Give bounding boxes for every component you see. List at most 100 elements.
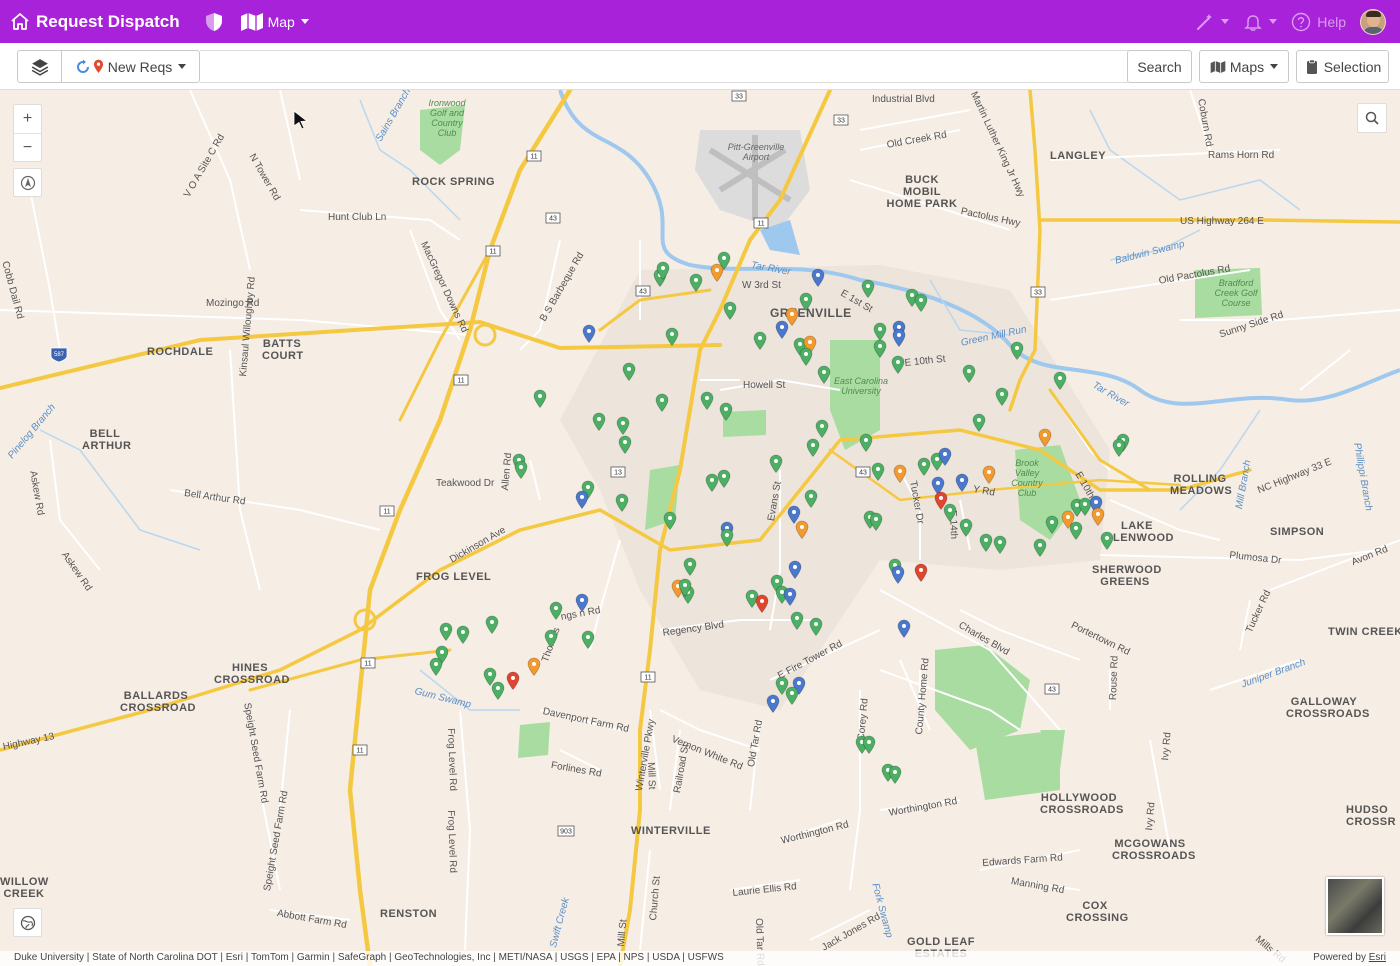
request-pin[interactable] [982,465,996,484]
request-pin[interactable] [689,273,703,292]
request-pin[interactable] [710,263,724,282]
request-pin[interactable] [914,563,928,582]
request-pin[interactable] [785,686,799,705]
avatar[interactable] [1360,8,1386,35]
request-pin[interactable] [769,454,783,473]
request-pin[interactable] [962,364,976,383]
request-pin[interactable] [917,457,931,476]
request-pin[interactable] [783,587,797,606]
request-pin[interactable] [491,681,505,700]
maps-dropdown[interactable]: Maps [1199,50,1289,83]
request-pin[interactable] [616,416,630,435]
app-brand[interactable]: Request Dispatch [10,12,180,32]
request-pin[interactable] [862,735,876,754]
request-pin[interactable] [753,331,767,350]
help-button[interactable]: Help [1291,12,1346,32]
request-pin[interactable] [1033,538,1047,557]
request-pin[interactable] [766,694,780,713]
request-pin[interactable] [795,520,809,539]
request-pin[interactable] [1045,515,1059,534]
request-pin[interactable] [506,671,520,690]
request-pin[interactable] [972,413,986,432]
request-pin[interactable] [655,393,669,412]
request-pin[interactable] [429,657,443,676]
request-pin[interactable] [993,535,1007,554]
request-pin[interactable] [527,657,541,676]
zoom-out-button[interactable]: − [14,133,41,161]
locate-button[interactable] [13,908,42,937]
esri-link[interactable]: Esri [1369,952,1386,963]
request-pin[interactable] [943,503,957,522]
request-pin[interactable] [799,292,813,311]
request-pin[interactable] [1038,428,1052,447]
request-pin[interactable] [723,301,737,320]
request-pin[interactable] [533,389,547,408]
request-pin[interactable] [891,355,905,374]
request-pin[interactable] [914,293,928,312]
request-pin[interactable] [790,611,804,630]
request-pin[interactable] [799,347,813,366]
request-pin[interactable] [700,391,714,410]
request-pin[interactable] [893,464,907,483]
request-pin[interactable] [575,490,589,509]
request-pin[interactable] [592,412,606,431]
request-pin[interactable] [1010,341,1024,360]
request-pin[interactable] [544,629,558,648]
request-pin[interactable] [788,560,802,579]
request-pin[interactable] [861,279,875,298]
request-pin[interactable] [665,327,679,346]
request-pin[interactable] [575,593,589,612]
request-pin[interactable] [871,462,885,481]
request-pin[interactable] [811,268,825,287]
request-pin[interactable] [1053,371,1067,390]
request-pin[interactable] [815,419,829,438]
request-pin[interactable] [806,438,820,457]
request-pin[interactable] [959,518,973,537]
request-pin[interactable] [891,565,905,584]
zoom-in-button[interactable]: + [14,105,41,133]
request-pin[interactable] [1100,531,1114,550]
layers-button[interactable] [17,50,62,83]
notifications-menu[interactable] [1243,12,1278,32]
request-pin[interactable] [859,433,873,452]
map-view[interactable]: 33 33 11 43 11 43 11 13 11 43 11 33 11 1… [0,90,1400,966]
request-pin[interactable] [720,528,734,547]
request-pin[interactable] [897,619,911,638]
request-pin[interactable] [979,533,993,552]
request-pin[interactable] [678,578,692,597]
request-pin[interactable] [955,473,969,492]
search-button[interactable]: Search [1127,50,1192,83]
basemap-toggle[interactable] [1326,877,1384,935]
request-pin[interactable] [622,362,636,381]
request-pin[interactable] [873,339,887,358]
compass-button[interactable] [13,168,42,197]
request-pin[interactable] [663,511,677,530]
request-pin[interactable] [456,625,470,644]
shield-icon[interactable] [204,12,224,32]
request-pin[interactable] [717,469,731,488]
request-pin[interactable] [888,765,902,784]
request-pin[interactable] [582,324,596,343]
request-pin[interactable] [775,320,789,339]
request-pin[interactable] [719,402,733,421]
request-pin[interactable] [1112,438,1126,457]
request-pin[interactable] [656,261,670,280]
request-pin[interactable] [549,601,563,620]
request-pin[interactable] [804,489,818,508]
request-pin[interactable] [1091,507,1105,526]
request-pin[interactable] [439,622,453,641]
search-input[interactable] [200,50,1128,83]
request-pin[interactable] [615,493,629,512]
selection-button[interactable]: Selection [1296,50,1389,83]
request-pin[interactable] [485,615,499,634]
request-pin[interactable] [809,617,823,636]
request-pin[interactable] [581,630,595,649]
request-pin[interactable] [892,328,906,347]
new-reqs-dropdown[interactable]: New Reqs [61,50,200,83]
magic-menu[interactable] [1195,12,1230,32]
request-pin[interactable] [817,365,831,384]
request-pin[interactable] [683,557,697,576]
map-menu[interactable]: Map [240,12,309,32]
request-pin[interactable] [995,387,1009,406]
request-pin[interactable] [869,512,883,531]
